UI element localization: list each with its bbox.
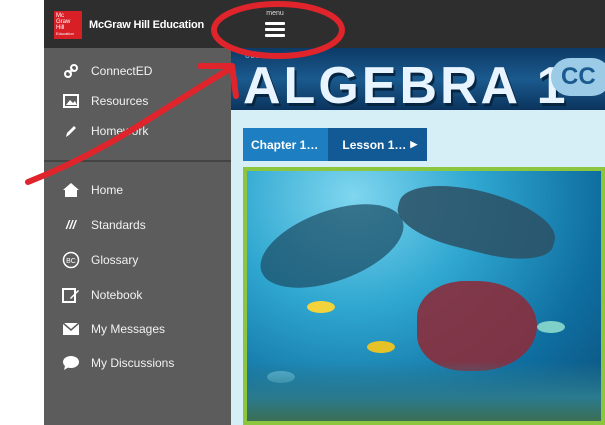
- fish-shape: [307, 301, 335, 313]
- caret-right-icon: ▶: [410, 139, 418, 149]
- fish-shape: [537, 321, 565, 333]
- book-title-banner: GLENCOE ALGEBRA 1 CC: [231, 48, 605, 110]
- fish-shape: [367, 341, 395, 353]
- sidebar-item-label: Notebook: [91, 288, 143, 302]
- breadcrumb-chapter[interactable]: Chapter 1…: [243, 128, 329, 161]
- brand-name: McGraw Hill Education: [89, 19, 204, 31]
- breadcrumb: Chapter 1… Lesson 1… ▶: [243, 128, 428, 161]
- sidebar-item-home[interactable]: Home: [44, 175, 231, 205]
- stingray-shape: [249, 187, 415, 305]
- breadcrumb-chapter-label: Chapter 1…: [251, 137, 319, 152]
- sidebar-item-my-messages[interactable]: My Messages: [44, 314, 231, 344]
- ccss-badge: CC: [551, 58, 605, 96]
- sidebar-item-my-discussions[interactable]: My Discussions: [44, 348, 231, 378]
- sidebar-divider: [44, 160, 231, 162]
- home-icon: [62, 181, 80, 199]
- stingray-shape: [392, 172, 562, 270]
- glossary-icon: BC: [62, 251, 80, 269]
- menu-button[interactable]: menu: [258, 8, 292, 42]
- breadcrumb-lesson[interactable]: Lesson 1… ▶: [328, 128, 428, 161]
- sidebar-item-standards[interactable]: /// Standards: [44, 210, 231, 240]
- sidebar-item-label: ConnectED: [91, 64, 153, 78]
- speech-bubble-icon: [62, 354, 80, 372]
- sidebar-item-label: Glossary: [91, 253, 139, 267]
- envelope-icon: [62, 320, 80, 338]
- sidebar-item-homework[interactable]: Homework: [44, 116, 231, 146]
- main-content: GLENCOE ALGEBRA 1 CC Chapter 1… Lesson 1…: [231, 48, 605, 425]
- sidebar-item-glossary[interactable]: BC Glossary: [44, 245, 231, 275]
- sidebar-item-label: Standards: [91, 218, 146, 232]
- sidebar-item-label: Homework: [91, 124, 149, 138]
- pencil-icon: [62, 122, 80, 140]
- sidebar-item-label: My Messages: [91, 322, 166, 336]
- link-icon: [62, 62, 80, 80]
- mcgraw-hill-logo[interactable]: Mc Graw Hill Education: [54, 11, 82, 39]
- sidebar-item-resources[interactable]: Resources: [44, 86, 231, 116]
- diver-shape: [417, 281, 537, 371]
- sidebar: ConnectED Resources Homework Home /// St…: [44, 48, 231, 425]
- notebook-icon: [62, 286, 80, 304]
- book-title: ALGEBRA 1: [243, 57, 569, 110]
- sidebar-item-label: My Discussions: [91, 356, 175, 370]
- cover-image-underwater-diver: [247, 171, 601, 421]
- reef-shape: [247, 361, 601, 421]
- sidebar-item-label: Resources: [91, 94, 149, 108]
- svg-text:BC: BC: [66, 258, 76, 265]
- image-icon: [62, 92, 80, 110]
- sidebar-item-connected[interactable]: ConnectED: [44, 56, 231, 86]
- left-margin: [0, 0, 44, 425]
- menu-label: menu: [266, 10, 284, 17]
- standards-icon: ///: [65, 218, 76, 232]
- sidebar-item-label: Home: [91, 183, 124, 197]
- cover-image-frame: [243, 167, 605, 425]
- logo-line: Education: [56, 31, 74, 36]
- sidebar-item-notebook[interactable]: Notebook: [44, 280, 231, 310]
- breadcrumb-lesson-label: Lesson 1…: [342, 137, 407, 152]
